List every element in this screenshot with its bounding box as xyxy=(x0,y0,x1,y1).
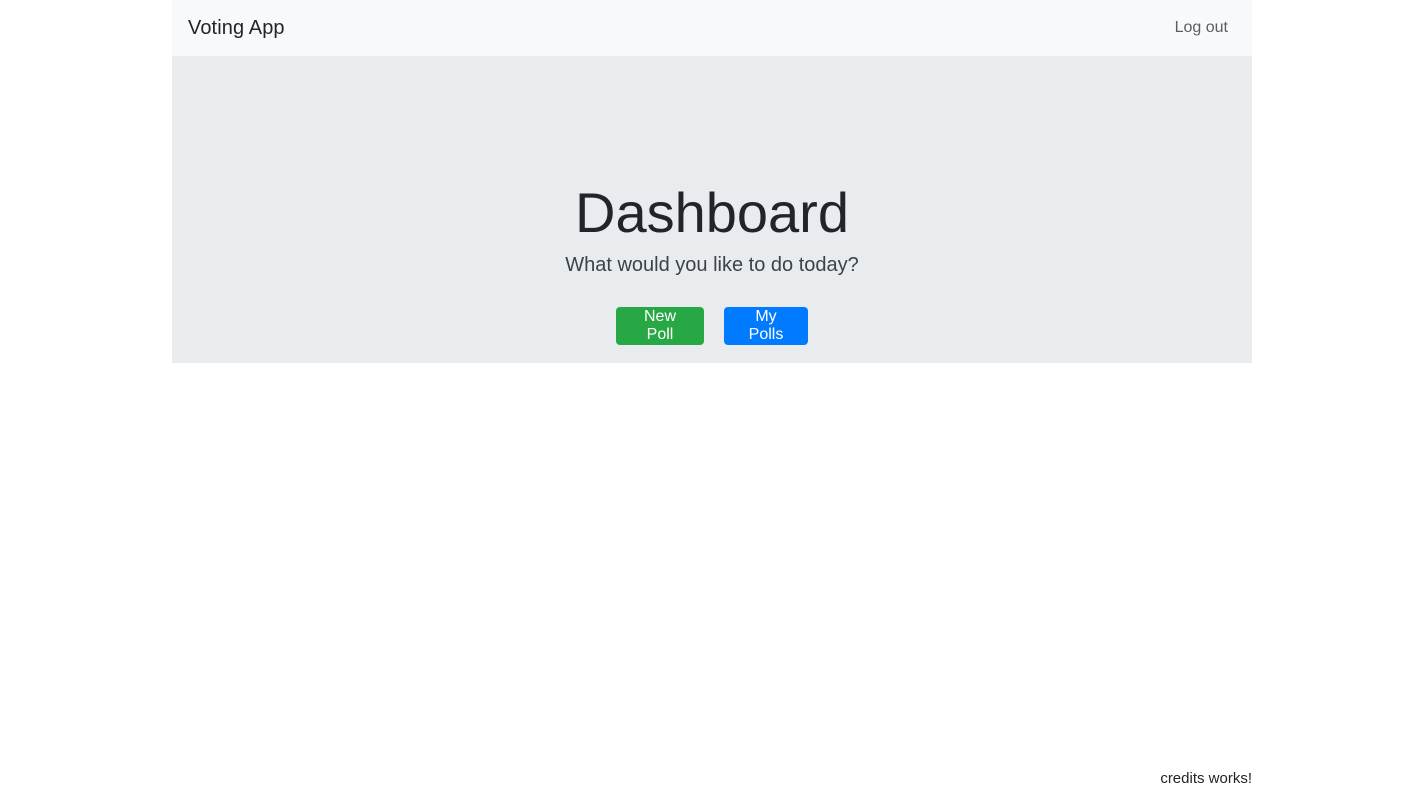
dashboard-jumbotron: Dashboard What would you like to do toda… xyxy=(172,56,1252,363)
logout-link[interactable]: Log out xyxy=(1175,19,1228,37)
my-polls-button[interactable]: My Polls xyxy=(724,307,808,345)
page-lead: What would you like to do today? xyxy=(565,254,859,276)
top-navbar: Voting App Log out xyxy=(172,0,1252,56)
brand-link[interactable]: Voting App xyxy=(188,17,285,40)
footer-credits: credits works! xyxy=(1160,770,1252,787)
page-title: Dashboard xyxy=(575,181,849,244)
page-container: Voting App Log out Dashboard What would … xyxy=(172,0,1252,363)
new-poll-button[interactable]: New Poll xyxy=(616,307,704,345)
action-buttons: New Poll My Polls xyxy=(172,307,1252,345)
